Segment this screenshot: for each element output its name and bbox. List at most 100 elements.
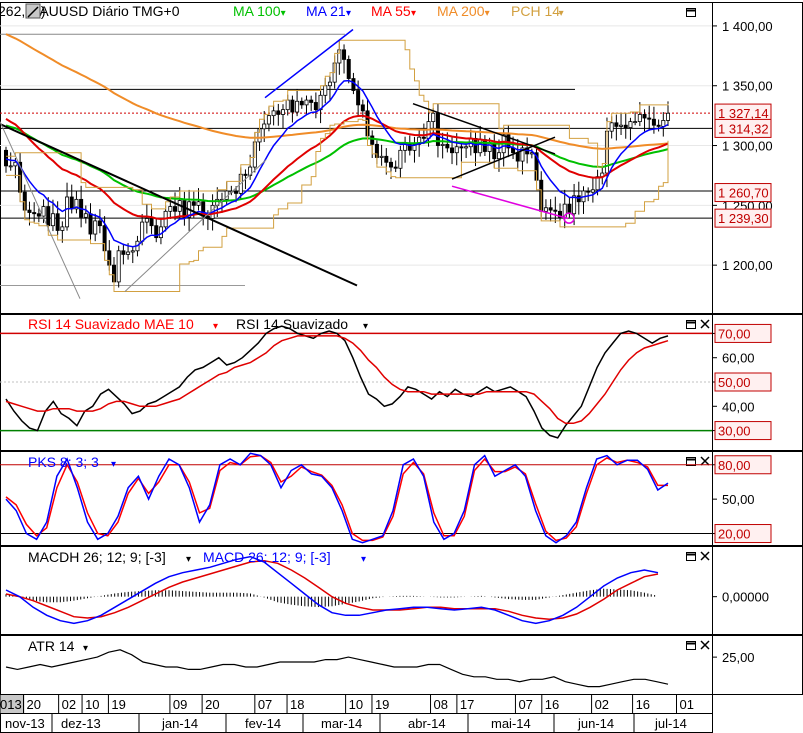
candle-body (651, 118, 656, 126)
legend-xauusd-di-rio-tmg-0[interactable]: XAUUSD Diário TMG+0 (30, 3, 180, 19)
y-tick-label: 25,00 (722, 650, 755, 665)
candle-body (285, 99, 290, 111)
candle-body (421, 136, 426, 139)
legend-dropdown-icon[interactable]: ▾ (363, 321, 368, 332)
value-box-label: 1 327,14 (718, 106, 769, 121)
value-box-label: 70,00 (718, 326, 751, 341)
candle-body (93, 220, 98, 235)
legend-ma-21[interactable]: MA 21 (306, 3, 346, 19)
day-label: 16 (636, 697, 650, 712)
legend-dropdown-icon[interactable]: ▾ (559, 8, 564, 19)
legend-pch-14[interactable]: PCH 14 (511, 3, 560, 19)
candle-body (271, 110, 276, 117)
candle-body (173, 206, 178, 212)
candle-body (567, 203, 572, 215)
candle-body (313, 102, 318, 111)
legend-ma-100[interactable]: MA 100 (233, 3, 281, 19)
legend-dropdown-icon[interactable]: ▾ (485, 8, 490, 19)
legend-macdh[interactable]: MACDH 26; 12; 9; [-3] (28, 549, 166, 565)
legend-pks[interactable]: PKS 8; 3; 3 (28, 454, 99, 470)
legend-dropdown-icon[interactable]: ▾ (361, 554, 366, 565)
day-label: 01 (680, 697, 694, 712)
y-tick-label: 60,00 (722, 351, 755, 366)
candle-body (370, 135, 375, 145)
y-tick-label: 1 400,00 (722, 19, 773, 34)
candle-body (628, 121, 633, 128)
candle-body (464, 146, 469, 149)
candle-body (661, 120, 666, 127)
legend-dropdown-icon[interactable]: ▾ (281, 8, 286, 19)
candle-body (27, 209, 32, 213)
y-tick-label: 1 350,00 (722, 79, 773, 94)
y-tick-label: 1 200,00 (722, 258, 773, 273)
legend-dropdown-icon[interactable]: ▾ (83, 643, 88, 654)
day-label: 02 (62, 697, 76, 712)
candle-body (492, 142, 497, 160)
value-box-label: 1 314,32 (718, 121, 769, 136)
day-label: 19 (375, 697, 389, 712)
y-tick-label: 40,00 (722, 399, 755, 414)
candle-body (379, 155, 384, 158)
candle-body (262, 123, 267, 130)
value-box-label: 20,00 (718, 527, 751, 542)
candle-body (351, 78, 356, 91)
day-label: 19 (111, 697, 125, 712)
candle-body (576, 195, 581, 203)
legend-atr[interactable]: ATR 14 (28, 638, 75, 654)
day-label: 20 (205, 697, 219, 712)
candle-body (586, 190, 591, 193)
candle-body (450, 147, 455, 154)
candle-body (478, 139, 483, 154)
candle-body (440, 143, 445, 146)
legend-dropdown-icon[interactable]: ▾ (346, 8, 351, 19)
legend-dropdown-icon[interactable]: ▾ (186, 554, 191, 565)
candle-body (346, 59, 351, 79)
day-label: 17 (460, 697, 474, 712)
legend-rsi[interactable]: RSI 14 Suavizado (236, 316, 348, 332)
legend-dropdown-icon[interactable]: ▾ (213, 321, 218, 332)
value-box: 1 314,32 (714, 118, 772, 138)
candle-body (196, 201, 201, 206)
candle-body (595, 176, 600, 191)
candle-body (168, 206, 173, 212)
legend-macd[interactable]: MACD 26; 12; 9; [-3] (203, 549, 331, 565)
candle-body (83, 213, 88, 218)
value-box: 30,00 (714, 421, 772, 441)
candle-body (496, 152, 501, 160)
month-label: mar-14 (321, 716, 362, 731)
y-tick-label: 1 300,00 (722, 139, 773, 154)
trading-chart[interactable]: 1 200,001 250,001 300,001 350,001 400,00… (0, 0, 803, 733)
day-label: 16 (545, 697, 559, 712)
candle-body (140, 221, 145, 242)
value-box-label: 1 239,30 (718, 211, 769, 226)
candle-body (69, 196, 74, 210)
day-label: 09 (173, 697, 187, 712)
value-box-label: 30,00 (718, 424, 751, 439)
legend-rsi-mae[interactable]: RSI 14 Suavizado MAE 10 (28, 316, 194, 332)
month-label: jun-14 (577, 716, 614, 731)
candle-body (515, 152, 520, 162)
day-label: 10 (85, 697, 99, 712)
candle-body (8, 165, 13, 168)
date-axis: 013 20 02 10 19 09 20 07 18 10 19 08 17 07 16 02 16 01 nov… (0, 694, 713, 733)
candle-body (553, 209, 558, 212)
candle-body (614, 122, 619, 127)
candle-body (360, 104, 365, 112)
value-box-label: 1 260,70 (718, 186, 769, 201)
candle-body (299, 100, 304, 106)
candle-body (276, 110, 281, 115)
candle-body (388, 161, 393, 168)
candle-body (572, 195, 577, 215)
candle-body (384, 155, 389, 163)
candle-body (65, 196, 70, 228)
month-label: abr-14 (408, 716, 446, 731)
month-label: fev-14 (245, 716, 281, 731)
candle-body (290, 99, 295, 113)
legend-ma-200[interactable]: MA 200 (437, 3, 485, 19)
legend-dropdown-icon[interactable]: ▾ (111, 459, 116, 470)
legend-ma-55[interactable]: MA 55 (371, 3, 411, 19)
legend-dropdown-icon[interactable]: ▾ (411, 8, 416, 19)
candle-body (116, 250, 121, 283)
month-label: dez-13 (61, 716, 101, 731)
candle-body (97, 220, 102, 227)
